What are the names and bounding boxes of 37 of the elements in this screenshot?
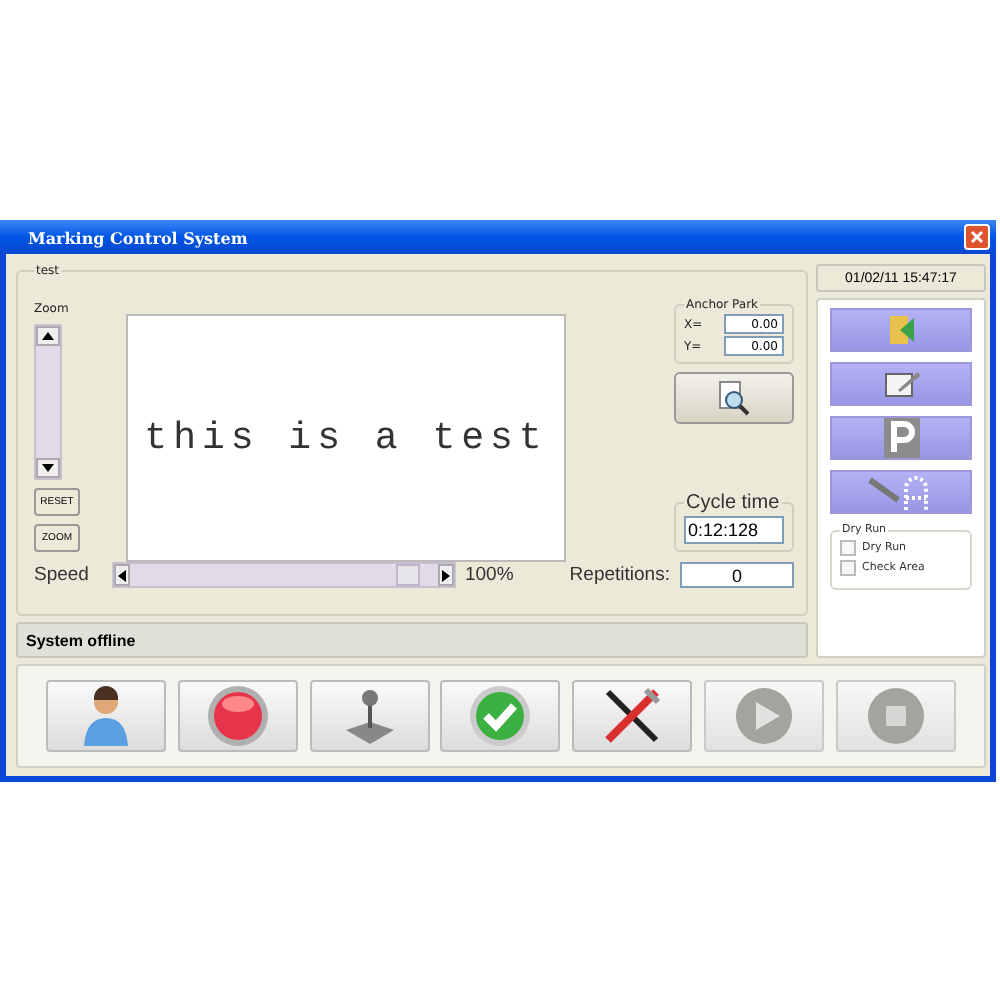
up-arrow-icon bbox=[40, 330, 56, 342]
cycle-time-field[interactable]: 0:12:128 bbox=[684, 516, 784, 544]
tools-icon bbox=[602, 686, 663, 746]
cycle-time-title: Cycle time bbox=[684, 492, 782, 514]
repetitions-label: Repetitions: bbox=[569, 564, 670, 586]
folder-icon bbox=[885, 312, 917, 348]
repetitions-field[interactable]: 0 bbox=[680, 562, 794, 588]
toolbar-button[interactable] bbox=[46, 680, 166, 752]
preview-search-button[interactable] bbox=[674, 372, 794, 424]
side-button[interactable] bbox=[830, 362, 972, 406]
preview-text: this is a test bbox=[144, 416, 548, 460]
stop-icon bbox=[865, 686, 926, 746]
parking-icon bbox=[883, 418, 919, 458]
down-arrow-icon bbox=[40, 462, 56, 474]
close-button[interactable] bbox=[964, 224, 990, 250]
checkbox[interactable] bbox=[840, 560, 856, 576]
window-title: Marking Control System bbox=[28, 227, 248, 247]
close-icon bbox=[970, 230, 984, 244]
right-arrow-icon bbox=[440, 567, 453, 583]
play-icon bbox=[734, 686, 795, 746]
magnifier-icon bbox=[718, 380, 750, 416]
speed-label: Speed bbox=[34, 564, 89, 586]
side-button[interactable] bbox=[830, 470, 972, 514]
left-arrow-icon bbox=[116, 567, 129, 583]
edit-icon bbox=[881, 368, 921, 400]
slider-thumb[interactable] bbox=[395, 564, 420, 586]
status-text: System offline bbox=[26, 631, 136, 649]
joystick-icon bbox=[341, 686, 398, 746]
record-icon bbox=[205, 684, 270, 748]
speed-reading: 100% bbox=[464, 564, 514, 586]
side-button[interactable] bbox=[830, 416, 972, 460]
zoom-scrollbar[interactable] bbox=[34, 324, 62, 480]
toolbar-button[interactable] bbox=[572, 680, 693, 752]
user-icon bbox=[82, 686, 130, 746]
checkmark-icon bbox=[468, 684, 533, 748]
speed-slider[interactable] bbox=[112, 562, 457, 588]
checkbox[interactable] bbox=[840, 540, 856, 556]
